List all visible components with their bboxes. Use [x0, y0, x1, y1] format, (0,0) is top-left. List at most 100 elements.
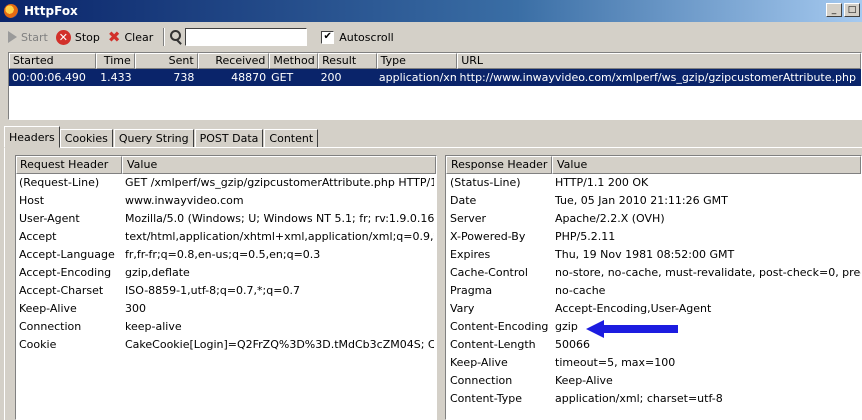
- tab-content[interactable]: Content: [264, 129, 319, 148]
- header-name: Accept: [19, 230, 57, 243]
- header-value: www.inwayvideo.com: [125, 194, 244, 207]
- header-name: Expires: [450, 248, 491, 261]
- header-value: GET /xmlperf/ws_gzip/gzipcustomerAttribu…: [125, 176, 434, 189]
- header-value: application/xml; charset=utf-8: [555, 392, 723, 405]
- start-button[interactable]: Start: [8, 27, 48, 47]
- request-sent: 738: [173, 71, 195, 84]
- request-time: 1.433: [100, 71, 132, 84]
- clear-button[interactable]: ✖ Clear: [108, 27, 153, 47]
- table-row[interactable]: User-Agent Mozilla/5.0 (Windows; U; Windo…: [16, 210, 436, 228]
- table-row[interactable]: Accept text/html,application/xhtml+xml,ap…: [16, 228, 436, 246]
- autoscroll-label: Autoscroll: [339, 30, 394, 44]
- start-label: Start: [21, 30, 48, 44]
- column-header-time[interactable]: Time: [95, 53, 135, 69]
- tab-cookies[interactable]: Cookies: [59, 129, 113, 148]
- header-name: Connection: [19, 320, 82, 333]
- toolbar-separator: [163, 28, 166, 46]
- column-header-result[interactable]: Result: [318, 53, 377, 69]
- toolbar: Start ✕ Stop ✖ Clear ✔ Autoscroll: [0, 24, 862, 50]
- table-row[interactable]: (Request-Line) GET /xmlperf/ws_gzip/gzipc…: [16, 174, 436, 192]
- column-header-method[interactable]: Method: [269, 53, 319, 69]
- header-value: HTTP/1.1 200 OK: [555, 176, 649, 189]
- header-name: X-Powered-By: [450, 230, 526, 243]
- table-row[interactable]: Host www.inwayvideo.com: [16, 192, 436, 210]
- tab-headers[interactable]: Headers: [4, 126, 60, 148]
- firefox-logo-icon: [4, 4, 18, 18]
- stop-icon: ✕: [55, 29, 71, 45]
- minimize-button[interactable]: _: [826, 3, 842, 17]
- clear-label: Clear: [124, 30, 154, 44]
- header-value: 300: [125, 302, 146, 315]
- maximize-button[interactable]: □: [844, 3, 860, 17]
- table-row[interactable]: (Status-Line) HTTP/1.1 200 OK: [446, 174, 861, 192]
- table-row[interactable]: Cookie CakeCookie[Login]=Q2FrZQ%3D%3D.tMd…: [16, 336, 436, 354]
- header-value: Apache/2.2.X (OVH): [555, 212, 665, 225]
- request-headers-table[interactable]: Request Header Value (Request-Line) GET /…: [15, 155, 437, 420]
- header-value: Mozilla/5.0 (Windows; U; Windows NT 5.1;…: [125, 212, 434, 225]
- table-row[interactable]: Cache-Control no-store, no-cache, must-re…: [446, 264, 861, 282]
- header-name: (Request-Line): [19, 176, 100, 189]
- table-row[interactable]: Connection Keep-Alive: [446, 372, 861, 390]
- table-row[interactable]: X-Powered-By PHP/5.2.11: [446, 228, 861, 246]
- header-value: no-cache: [555, 284, 606, 297]
- header-name: Date: [450, 194, 477, 207]
- table-row[interactable]: Connection keep-alive: [16, 318, 436, 336]
- column-header-request-header[interactable]: Request Header: [16, 156, 122, 174]
- table-row[interactable]: Keep-Alive timeout=5, max=100: [446, 354, 861, 372]
- clear-x-icon: ✖: [107, 27, 121, 46]
- column-header-value[interactable]: Value: [122, 156, 436, 174]
- tab-query-string[interactable]: Query String: [113, 129, 194, 148]
- stop-button[interactable]: ✕ Stop: [55, 27, 100, 47]
- header-name: Keep-Alive: [19, 302, 77, 315]
- table-row[interactable]: Vary Accept-Encoding,User-Agent: [446, 300, 861, 318]
- response-headers-rows: (Status-Line) HTTP/1.1 200 OK Date Tue, 05 …: [446, 174, 861, 408]
- window-controls: _ □: [826, 3, 860, 17]
- left-arrow-icon: [586, 320, 678, 338]
- header-name: Content-Encoding: [450, 320, 549, 333]
- table-row[interactable]: Expires Thu, 19 Nov 1981 08:52:00 GMT: [446, 246, 861, 264]
- column-header-value[interactable]: Value: [552, 156, 861, 174]
- column-header-sent[interactable]: Sent: [134, 53, 198, 69]
- table-row[interactable]: Accept-Encoding gzip,deflate: [16, 264, 436, 282]
- header-name: Accept-Encoding: [19, 266, 112, 279]
- tab-post-data[interactable]: POST Data: [194, 129, 264, 148]
- header-name: Content-Type: [450, 392, 522, 405]
- column-header-response-header[interactable]: Response Header: [446, 156, 552, 174]
- autoscroll-checkbox[interactable]: ✔: [321, 30, 335, 44]
- table-row[interactable]: Accept-Language fr,fr-fr;q=0.8,en-us;q=0.…: [16, 246, 436, 264]
- title-bar: HttpFox _ □: [0, 0, 862, 22]
- header-name: Vary: [450, 302, 475, 315]
- header-value: ISO-8859-1,utf-8;q=0.7,*;q=0.7: [125, 284, 300, 297]
- header-name: Cookie: [19, 338, 57, 351]
- request-row[interactable]: 00:00:06.490 1.433 738 48870 GET 200 app…: [9, 69, 861, 86]
- header-name: Connection: [450, 374, 513, 387]
- search-input[interactable]: [185, 28, 308, 46]
- header-name: User-Agent: [19, 212, 80, 225]
- header-name: Content-Length: [450, 338, 536, 351]
- response-headers-table[interactable]: Response Header Value (Status-Line) HTTP/…: [445, 155, 862, 420]
- header-value: Tue, 05 Jan 2010 21:11:26 GMT: [555, 194, 728, 207]
- column-header-type[interactable]: Type: [376, 53, 458, 69]
- header-name: Cache-Control: [450, 266, 528, 279]
- request-list[interactable]: Started Time Sent Received Method Result…: [8, 52, 862, 120]
- table-row[interactable]: Content-Type application/xml; charset=utf…: [446, 390, 861, 408]
- table-row[interactable]: Date Tue, 05 Jan 2010 21:11:26 GMT: [446, 192, 861, 210]
- header-value: keep-alive: [125, 320, 182, 333]
- header-name: Host: [19, 194, 45, 207]
- request-list-header: Started Time Sent Received Method Result…: [9, 53, 861, 69]
- table-row[interactable]: Server Apache/2.2.X (OVH): [446, 210, 861, 228]
- column-header-started[interactable]: Started: [9, 53, 96, 69]
- header-value: timeout=5, max=100: [555, 356, 676, 369]
- column-header-received[interactable]: Received: [197, 53, 270, 69]
- header-value: fr,fr-fr;q=0.8,en-us;q=0.5,en;q=0.3: [125, 248, 321, 261]
- play-icon: [8, 31, 17, 43]
- column-header-url[interactable]: URL: [457, 53, 861, 69]
- header-name: Server: [450, 212, 487, 225]
- header-value: Accept-Encoding,User-Agent: [555, 302, 712, 315]
- header-name: (Status-Line): [450, 176, 521, 189]
- request-headers-header: Request Header Value: [16, 156, 436, 174]
- table-row[interactable]: Keep-Alive 300: [16, 300, 436, 318]
- table-row[interactable]: Accept-Charset ISO-8859-1,utf-8;q=0.7,*;q…: [16, 282, 436, 300]
- table-row[interactable]: Pragma no-cache: [446, 282, 861, 300]
- detail-tabs: Headers Cookies Query String POST Data C…: [4, 126, 319, 148]
